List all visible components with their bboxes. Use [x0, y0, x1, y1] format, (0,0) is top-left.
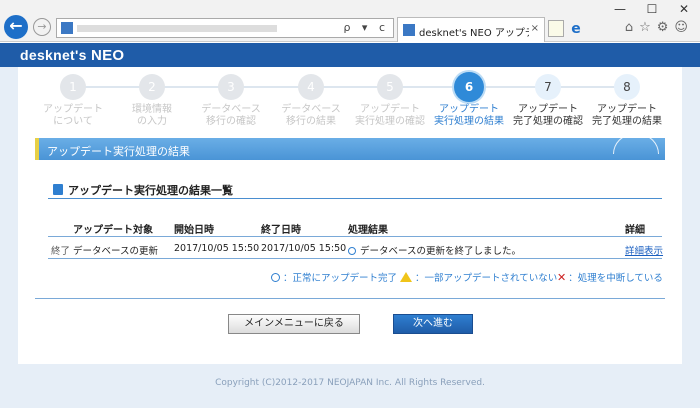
maximize-button[interactable]: ☐	[636, 0, 668, 18]
step-number: 5	[377, 74, 403, 100]
ie-icon[interactable]: e	[567, 20, 585, 38]
step-label: アップデート 完了処理の結果	[592, 104, 662, 127]
back-button[interactable]: ←	[4, 15, 28, 39]
tab-close-icon[interactable]: ×	[531, 23, 539, 34]
step-label: アップデート について	[43, 104, 103, 127]
step-6-current: 6 アップデート 実行処理の結果	[428, 72, 510, 128]
warning-icon	[400, 272, 412, 282]
cross-icon: ✕	[557, 271, 567, 284]
legend-aborted-text: ：処理を中断している	[568, 273, 663, 284]
step-4: 4 データベース 移行の結果	[270, 74, 352, 128]
legend-partial: ：一部アップデートされていない	[400, 270, 557, 284]
browser-tab[interactable]: desknet's NEO アップデートツ... ×	[397, 17, 545, 42]
step-3: 3 データベース 移行の確認	[190, 74, 272, 128]
step-label: データベース 移行の確認	[201, 104, 261, 127]
page-icon	[61, 22, 73, 34]
row-status: 終了	[51, 246, 71, 257]
cloud-decoration	[613, 134, 659, 154]
step-number: 4	[298, 74, 324, 100]
detail-link[interactable]: 詳細表示	[625, 243, 663, 257]
close-window-button[interactable]: ✕	[668, 0, 700, 18]
heading-divider	[48, 198, 662, 199]
header-divider	[48, 236, 662, 237]
next-button[interactable]: 次へ進む	[393, 314, 473, 334]
book-icon	[53, 184, 63, 195]
section-title: アップデート実行処理の結果	[47, 145, 190, 158]
section-banner: アップデート実行処理の結果	[35, 134, 665, 160]
toolbar-icons[interactable]: ⌂☆⚙☺	[625, 20, 694, 35]
step-label: アップデート 実行処理の結果	[434, 104, 504, 127]
col-header-result: 処理結果	[348, 225, 388, 236]
footer: Copyright (C)2012-2017 NEOJAPAN Inc. All…	[18, 364, 682, 408]
desknets-neo-logo: desknet's NEO	[20, 47, 124, 64]
progress-steps: 1 アップデート について 2 環境情報 の入力 3 データベース 移行の確認 …	[0, 70, 700, 134]
legend-ok: ：正常にアップデート完了	[271, 270, 397, 284]
legend-ok-text: ：正常にアップデート完了	[283, 273, 398, 284]
circle-ok-icon	[348, 247, 356, 255]
step-number: 2	[139, 74, 165, 100]
step-number: 6	[454, 72, 484, 102]
step-5: 5 アップデート 実行処理の確認	[349, 74, 431, 128]
row-start: 2017/10/05 15:50	[174, 243, 260, 254]
step-7: 7 アップデート 完了処理の確認	[507, 74, 589, 128]
address-bar[interactable]: ρ ▾ c	[56, 18, 394, 38]
arrow-right-icon: →	[37, 20, 47, 33]
step-number: 3	[218, 74, 244, 100]
new-tab-button[interactable]	[548, 20, 564, 37]
main-menu-button[interactable]: メインメニューに戻る	[228, 314, 360, 334]
content-divider	[35, 298, 665, 299]
arrow-left-icon: ←	[9, 16, 23, 35]
legend-partial-text: ：一部アップデートされていない	[415, 273, 558, 284]
step-label: 環境情報 の入力	[132, 104, 172, 127]
step-1: 1 アップデート について	[32, 74, 114, 128]
step-number: 8	[614, 74, 640, 100]
step-number: 7	[535, 74, 561, 100]
step-2: 2 環境情報 の入力	[111, 74, 193, 128]
address-tools[interactable]: ρ ▾ c	[343, 21, 389, 34]
copyright: Copyright (C)2012-2017 NEOJAPAN Inc. All…	[215, 378, 485, 388]
results-title: アップデート実行処理の結果一覧	[68, 184, 233, 197]
forward-button[interactable]: →	[33, 18, 51, 36]
app-header: desknet's NEO	[0, 43, 700, 67]
row-target: データベースの更新	[73, 246, 159, 257]
col-header-target: アップデート対象	[73, 225, 153, 236]
step-label: アップデート 実行処理の確認	[355, 104, 425, 127]
legend-aborted: ✕ ：処理を中断している	[557, 270, 663, 284]
logo-text: desknet's	[20, 47, 87, 63]
circle-ok-icon	[271, 273, 280, 282]
row-result-text: データベースの更新を終了しました。	[360, 246, 522, 257]
col-header-end: 終了日時	[261, 225, 301, 236]
step-label: アップデート 完了処理の確認	[513, 104, 583, 127]
window-controls: — ☐ ✕	[604, 0, 700, 18]
col-header-detail: 詳細	[625, 225, 645, 236]
row-end: 2017/10/05 15:50	[261, 243, 347, 254]
row-result: データベースの更新を終了しました。	[348, 243, 521, 257]
browser-chrome: — ☐ ✕ ← → ρ ▾ c desknet's NEO アップデートツ...…	[0, 0, 700, 42]
row-divider	[48, 258, 662, 259]
step-number: 1	[60, 74, 86, 100]
step-label: データベース 移行の結果	[281, 104, 341, 127]
results-panel: アップデート実行処理の結果一覧 アップデート対象 開始日時 終了日時 処理結果 …	[35, 160, 665, 300]
address-url-redacted	[77, 25, 277, 32]
tab-title: desknet's NEO アップデートツ...	[419, 28, 529, 39]
step-8: 8 アップデート 完了処理の結果	[586, 74, 668, 128]
logo-suffix: NEO	[90, 47, 125, 64]
tab-page-icon	[403, 24, 415, 36]
results-heading: アップデート実行処理の結果一覧	[53, 182, 233, 198]
col-header-start: 開始日時	[174, 225, 214, 236]
minimize-button[interactable]: —	[604, 0, 636, 18]
